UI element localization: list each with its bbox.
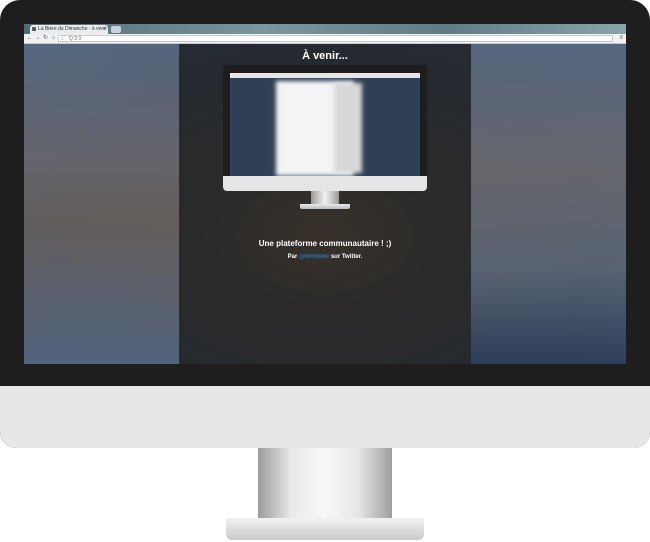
- background-panel-right: [471, 44, 626, 364]
- monitor-chin: [0, 386, 650, 448]
- preview-document-sidebar: [334, 83, 362, 173]
- page-title: À venir...: [302, 50, 348, 62]
- favicon-icon: [32, 27, 36, 31]
- back-icon[interactable]: ←: [26, 34, 33, 43]
- preview-monitor-chin: [223, 176, 427, 191]
- preview-browser-chrome: [230, 73, 420, 78]
- tab-close-icon[interactable]: ×: [103, 25, 106, 34]
- menu-icon[interactable]: ≡: [619, 34, 623, 43]
- byline-prefix: Par: [287, 254, 299, 260]
- tab-title: La Bière du Dimanche - à venir: [38, 26, 107, 32]
- tagline: Une plateforme communautaire ! ;): [258, 239, 392, 248]
- monitor-screen: La Bière du Dimanche - à venir × ← → ↻ ⌂…: [24, 24, 626, 364]
- twitter-handle-link[interactable]: @NomDev: [299, 254, 329, 260]
- monitor-stand-base: [226, 518, 424, 540]
- preview-monitor-neck: [311, 191, 339, 205]
- address-text: Q 2 0: [69, 36, 82, 42]
- byline: Par @NomDev sur Twitter.: [24, 254, 626, 260]
- reload-icon[interactable]: ↻: [42, 34, 49, 43]
- background-panel-left: [24, 44, 179, 364]
- home-icon[interactable]: ⌂: [50, 34, 57, 43]
- page-content: À venir... Une plateforme communautaire …: [24, 44, 626, 364]
- preview-screen: [230, 73, 420, 176]
- new-tab-button[interactable]: [111, 26, 121, 33]
- monitor-stand-neck: [258, 448, 392, 522]
- browser-tabbar: La Bière du Dimanche - à venir ×: [24, 24, 626, 34]
- browser-tab[interactable]: La Bière du Dimanche - à venir ×: [30, 25, 108, 34]
- byline-suffix: sur Twitter.: [329, 254, 363, 260]
- address-bar[interactable]: ⌕ Q 2 0: [58, 35, 613, 42]
- preview-monitor: [223, 65, 427, 191]
- browser-toolbar: ← → ↻ ⌂ ⌕ Q 2 0 ≡: [24, 34, 626, 44]
- search-icon: ⌕: [61, 36, 64, 42]
- preview-monitor-base: [300, 204, 350, 209]
- forward-icon[interactable]: →: [34, 34, 41, 43]
- monitor-frame: La Bière du Dimanche - à venir × ← → ↻ ⌂…: [0, 0, 650, 448]
